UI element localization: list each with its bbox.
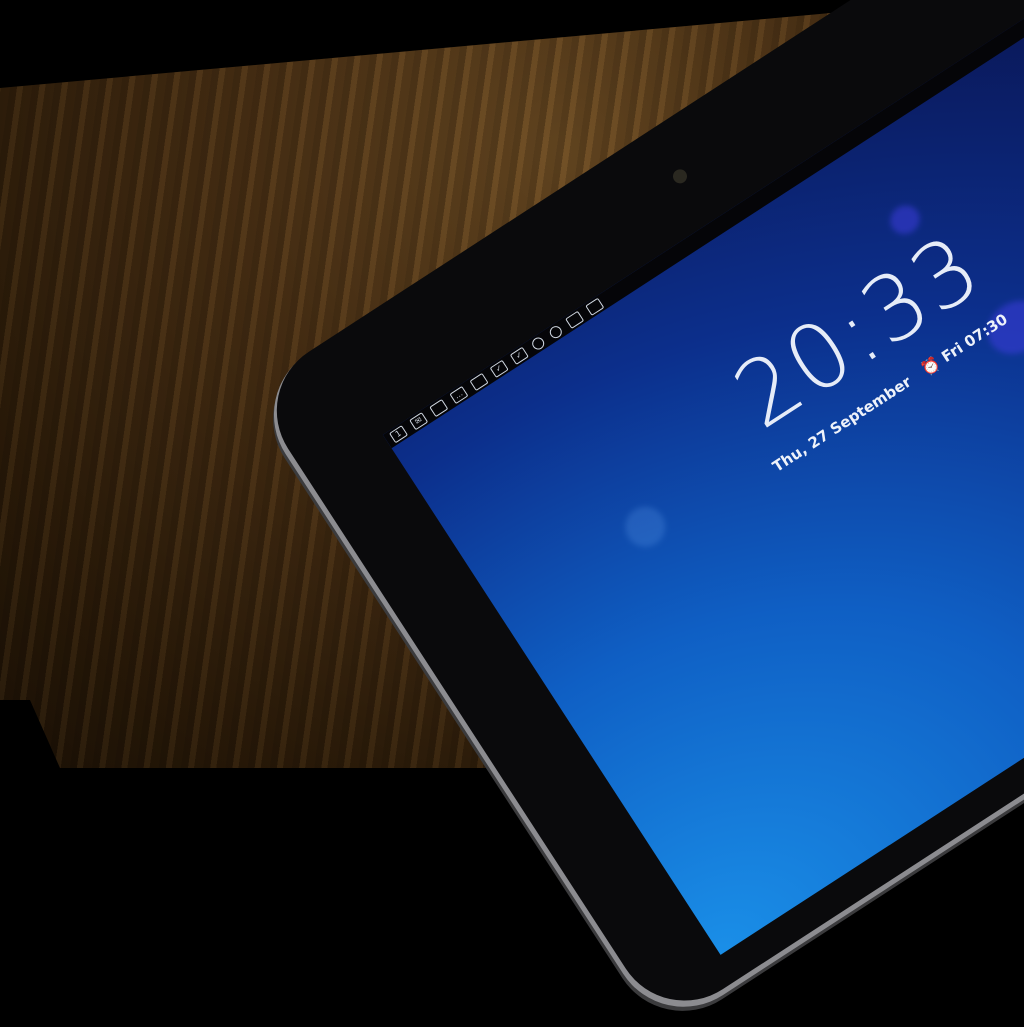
notification-icon	[585, 297, 605, 316]
front-camera	[670, 166, 690, 187]
gmail-icon: ✉	[409, 412, 429, 431]
alarm-icon	[547, 323, 565, 341]
checkbox-icon: ✓	[509, 346, 529, 365]
chat-icon: …	[449, 385, 469, 405]
clock-icon	[529, 335, 547, 352]
checkbox-icon: ✓	[489, 359, 509, 378]
wallpaper-bokeh	[617, 499, 673, 555]
notification-icon	[469, 372, 489, 392]
notification-icon	[429, 398, 449, 418]
notification-icon	[565, 310, 585, 329]
calendar-icon: 1	[388, 425, 409, 444]
